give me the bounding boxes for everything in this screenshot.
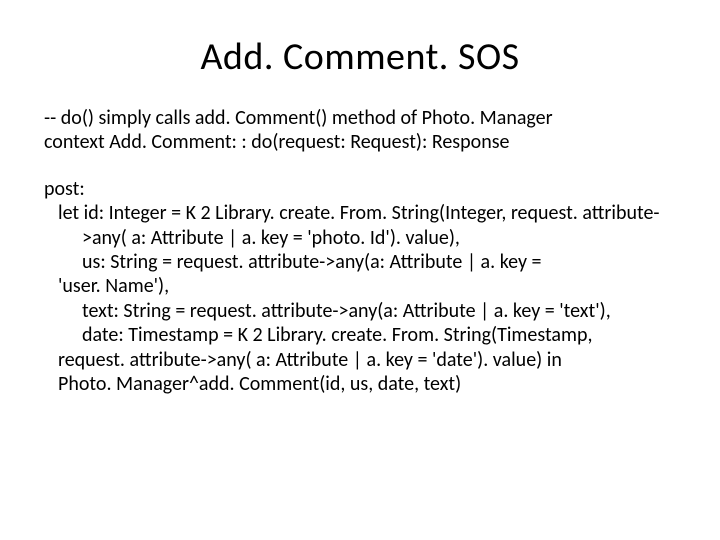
text-line: Photo. Manager^add. Comment(id, us, date… <box>58 372 676 396</box>
slide-title: Add. Comment. SOS <box>44 34 676 80</box>
text-line: >any( a: Attribute | a. key = 'photo. Id… <box>82 226 676 250</box>
text-line: let id: Integer = K 2 Library. create. F… <box>58 201 676 225</box>
text-line: date: Timestamp = K 2 Library. create. F… <box>82 323 676 347</box>
text-line: request. attribute->any( a: Attribute | … <box>58 348 676 372</box>
text-line: post: <box>44 177 676 201</box>
post-block: post: let id: Integer = K 2 Library. cre… <box>44 177 676 397</box>
text-line: us: String = request. attribute->any(a: … <box>82 250 676 274</box>
text-line: 'user. Name'), <box>58 274 676 298</box>
text-line: text: String = request. attribute->any(a… <box>82 299 676 323</box>
slide: Add. Comment. SOS -- do() simply calls a… <box>0 0 720 540</box>
text-line: -- do() simply calls add. Comment() meth… <box>44 106 676 130</box>
context-block: -- do() simply calls add. Comment() meth… <box>44 106 676 155</box>
text-line: context Add. Comment: : do(request: Requ… <box>44 130 676 154</box>
